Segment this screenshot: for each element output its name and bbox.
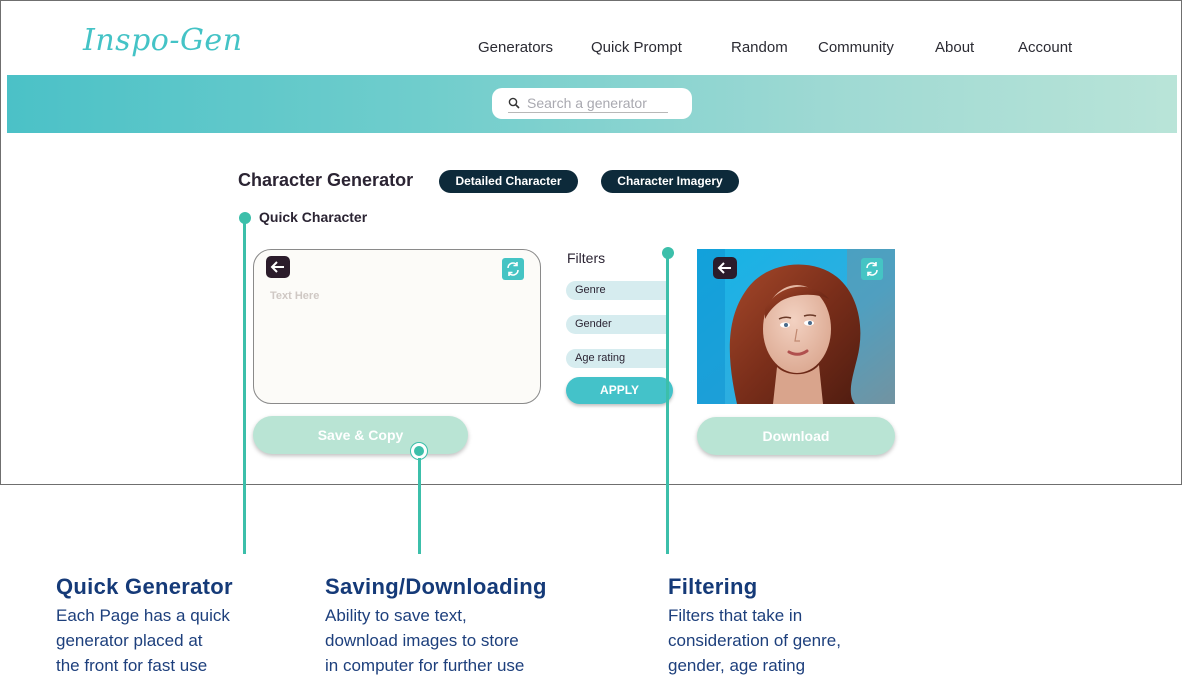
- text-output-card[interactable]: Text Here: [253, 249, 541, 404]
- filter-age-rating[interactable]: Age rating: [566, 349, 669, 368]
- callout-line: Filters that take in: [668, 606, 803, 625]
- search-input[interactable]: [527, 93, 677, 113]
- nav-random[interactable]: Random: [731, 39, 788, 56]
- back-button[interactable]: [266, 256, 290, 278]
- regenerate-button[interactable]: [502, 258, 524, 280]
- callout-line: consideration of genre,: [668, 631, 841, 650]
- arrow-left-icon: [270, 261, 284, 273]
- callout-body-saving: Ability to save text, download images to…: [325, 603, 524, 678]
- tab-character-imagery[interactable]: Character Imagery: [601, 170, 739, 193]
- filters-title: Filters: [567, 250, 606, 266]
- filter-genre[interactable]: Genre: [566, 281, 669, 300]
- callout-line: generator placed at: [56, 631, 203, 650]
- save-copy-button[interactable]: Save & Copy: [253, 416, 468, 454]
- nav-community[interactable]: Community: [818, 39, 894, 56]
- search-underline: [508, 112, 668, 113]
- nav-account[interactable]: Account: [1018, 39, 1072, 56]
- image-regenerate-button[interactable]: [861, 258, 883, 280]
- annotation-line-quick-generator: [243, 222, 246, 554]
- callout-body-filtering: Filters that take in consideration of ge…: [668, 603, 841, 678]
- tab-detailed-character[interactable]: Detailed Character: [439, 170, 578, 193]
- logo[interactable]: Inspo-Gen: [83, 23, 243, 58]
- filter-gender[interactable]: Gender: [566, 315, 669, 334]
- refresh-icon: [507, 262, 519, 276]
- section-label-quick-character: Quick Character: [259, 209, 368, 225]
- generated-image: [697, 249, 895, 404]
- search-icon: [508, 97, 520, 109]
- callout-line: Each Page has a quick: [56, 606, 230, 625]
- nav-about[interactable]: About: [935, 39, 974, 56]
- callout-title-quick-generator: Quick Generator: [56, 574, 233, 599]
- callout-line: gender, age rating: [668, 656, 806, 675]
- nav-quick-prompt[interactable]: Quick Prompt: [591, 39, 682, 56]
- apply-button[interactable]: APPLY: [566, 377, 673, 404]
- arrow-left-icon: [717, 262, 731, 274]
- callout-line: Ability to save text,: [325, 606, 467, 625]
- search-bar[interactable]: [492, 88, 692, 119]
- download-button[interactable]: Download: [697, 417, 895, 455]
- text-placeholder: Text Here: [270, 290, 320, 302]
- nav-generators[interactable]: Generators: [478, 39, 553, 56]
- image-back-button[interactable]: [713, 257, 737, 279]
- annotation-line-saving: [418, 458, 421, 554]
- refresh-icon: [866, 262, 878, 276]
- annotation-line-filtering: [666, 257, 669, 554]
- callout-line: the front for fast use: [56, 656, 208, 675]
- callout-body-quick-generator: Each Page has a quick generator placed a…: [56, 603, 230, 678]
- callout-title-filtering: Filtering: [668, 574, 758, 599]
- callout-title-saving: Saving/Downloading: [325, 574, 547, 599]
- callout-line: download images to store: [325, 631, 519, 650]
- callout-line: in computer for further use: [325, 656, 525, 675]
- annotation-dot-saving: [411, 443, 427, 459]
- page-title: Character Generator: [238, 170, 414, 190]
- app-mockup-frame: Inspo-Gen Generators Quick Prompt Random…: [0, 0, 1182, 485]
